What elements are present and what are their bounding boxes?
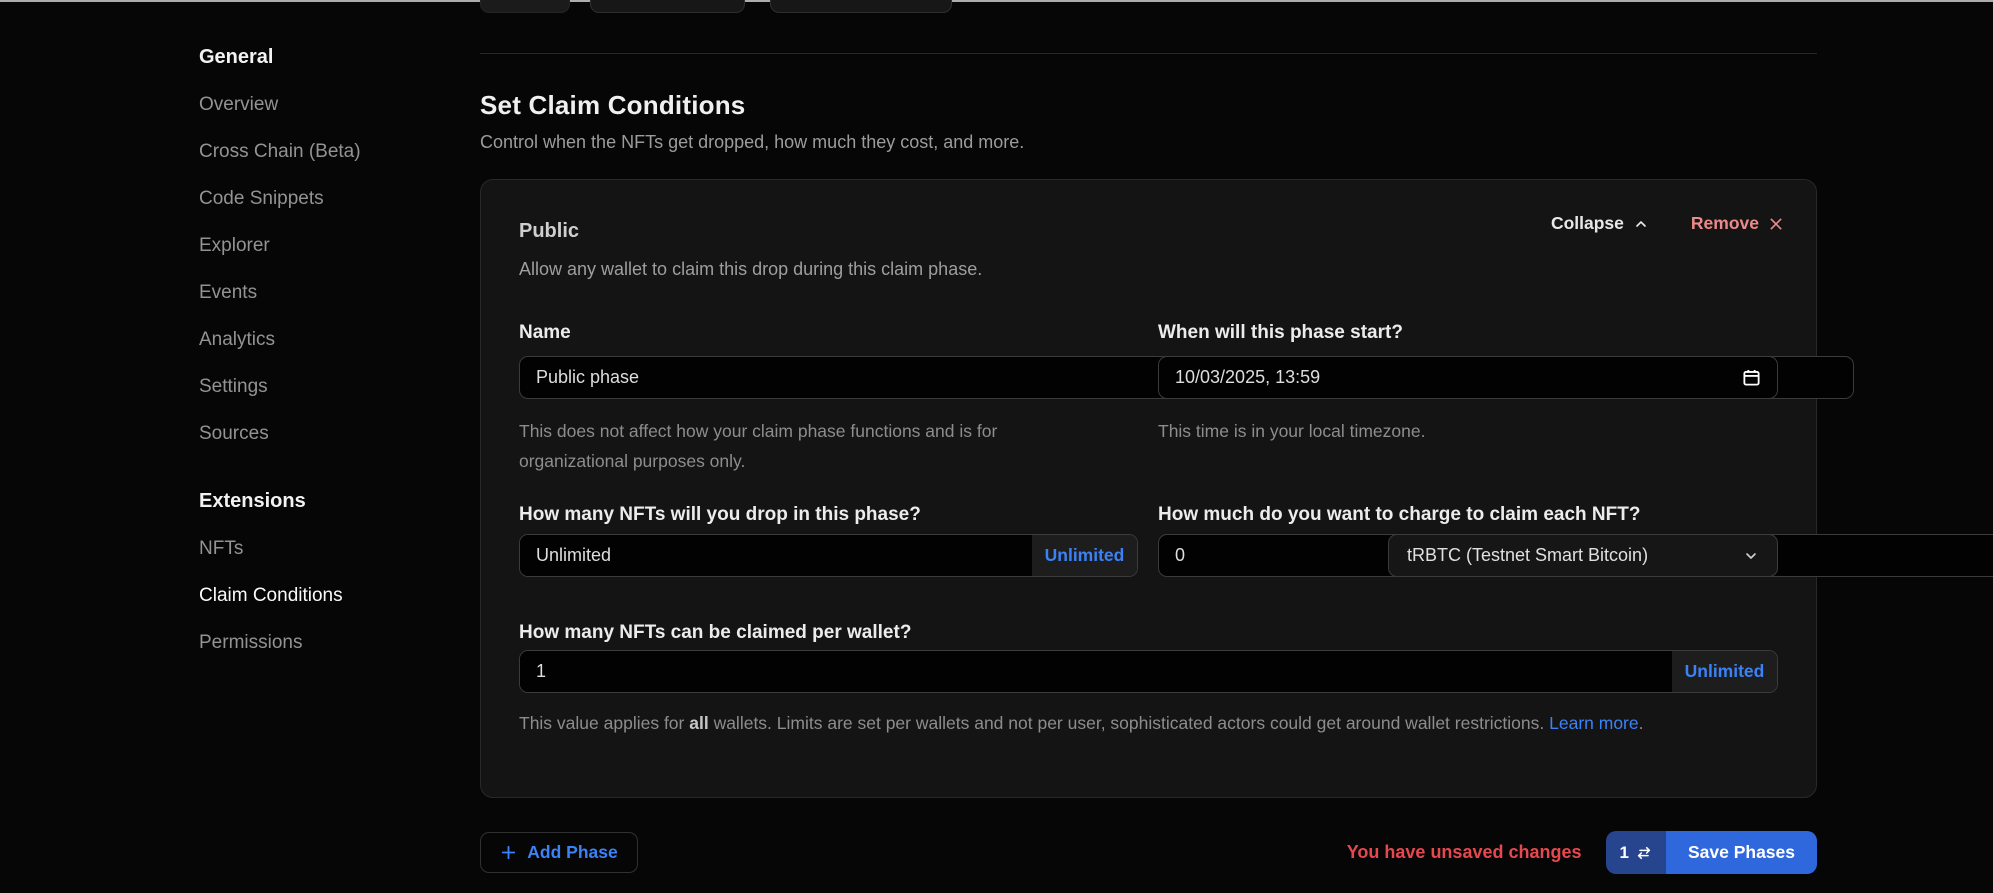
currency-selected-option: tRBTC (Testnet Smart Bitcoin) xyxy=(1407,545,1648,566)
contract-sidebar: General Overview Cross Chain (Beta) Code… xyxy=(199,46,439,680)
pending-transactions-button[interactable]: 1 xyxy=(1606,831,1666,874)
collapse-label: Collapse xyxy=(1551,213,1624,234)
supply-label: How many NFTs will you drop in this phas… xyxy=(519,504,1138,526)
add-phase-button[interactable]: Add Phase xyxy=(480,832,638,873)
learn-more-link[interactable]: Learn more xyxy=(1549,713,1639,733)
sidebar-item-overview[interactable]: Overview xyxy=(199,95,439,114)
supply-unlimited-button[interactable]: Unlimited xyxy=(1032,535,1137,576)
close-icon xyxy=(1768,216,1784,232)
per-wallet-helper: This value applies for all wallets. Limi… xyxy=(519,708,1769,738)
phase-description: Allow any wallet to claim this drop duri… xyxy=(519,259,982,280)
header-divider xyxy=(480,53,1817,54)
start-helper: This time is in your local timezone. xyxy=(1158,416,1718,446)
page-title: Set Claim Conditions xyxy=(480,90,745,121)
claim-conditions-page: 0xeDc...7d0c9 Rootstock Blockscout Set C… xyxy=(480,0,1817,893)
per-wallet-unlimited-button[interactable]: Unlimited xyxy=(1672,651,1777,692)
save-phases-button[interactable]: Save Phases xyxy=(1666,831,1817,874)
phase-title: Public xyxy=(519,220,579,243)
sidebar-item-settings[interactable]: Settings xyxy=(199,377,439,396)
per-wallet-label: How many NFTs can be claimed per wallet? xyxy=(519,622,911,644)
clipped-top-button[interactable] xyxy=(480,0,570,13)
save-phases-label: Save Phases xyxy=(1688,842,1795,863)
phase-start-datetime-input[interactable]: 10/03/2025, 13:59 xyxy=(1158,356,1778,399)
sidebar-item-analytics[interactable]: Analytics xyxy=(199,330,439,349)
sidebar-section-general: General xyxy=(199,46,439,69)
save-area: You have unsaved changes 1 Save Phases xyxy=(1347,831,1817,874)
sidebar-section-extensions: Extensions xyxy=(199,490,439,513)
currency-select[interactable]: tRBTC (Testnet Smart Bitcoin) xyxy=(1388,534,1778,577)
calendar-icon[interactable] xyxy=(1742,368,1761,387)
sidebar-item-sources[interactable]: Sources xyxy=(199,424,439,443)
plus-icon xyxy=(500,844,517,861)
chevron-up-icon xyxy=(1633,216,1649,232)
sidebar-item-events[interactable]: Events xyxy=(199,283,439,302)
block-explorer-chip[interactable]: Rootstock Blockscout xyxy=(770,0,952,13)
per-wallet-input[interactable] xyxy=(520,651,1672,692)
pending-transactions-count: 1 xyxy=(1620,843,1629,863)
per-wallet-helper-bold: all xyxy=(689,713,708,733)
supply-input[interactable] xyxy=(520,535,1032,576)
remove-label: Remove xyxy=(1691,213,1759,234)
add-phase-label: Add Phase xyxy=(527,842,617,863)
collapse-button[interactable]: Collapse xyxy=(1551,213,1649,234)
save-phases-split-button: 1 Save Phases xyxy=(1606,831,1818,874)
swap-arrows-icon xyxy=(1636,845,1652,861)
remove-button[interactable]: Remove xyxy=(1691,213,1784,234)
block-explorer-label: Rootstock Blockscout xyxy=(785,0,938,1)
sidebar-item-code-snippets[interactable]: Code Snippets xyxy=(199,189,439,208)
contract-address-chip[interactable]: 0xeDc...7d0c9 xyxy=(590,0,745,13)
phase-start-value: 10/03/2025, 13:59 xyxy=(1175,367,1320,388)
supply-input-group: Unlimited xyxy=(519,534,1138,577)
price-label: How much do you want to charge to claim … xyxy=(1158,504,1778,526)
sidebar-item-claim-conditions[interactable]: Claim Conditions xyxy=(199,586,439,605)
start-label: When will this phase start? xyxy=(1158,322,1778,344)
sidebar-item-explorer[interactable]: Explorer xyxy=(199,236,439,255)
chevron-down-icon xyxy=(1743,548,1759,564)
sidebar-item-nfts[interactable]: NFTs xyxy=(199,539,439,558)
unsaved-changes-text: You have unsaved changes xyxy=(1347,842,1582,863)
page-subtitle: Control when the NFTs get dropped, how m… xyxy=(480,132,1024,153)
claim-phase-card: Public Allow any wallet to claim this dr… xyxy=(480,179,1817,798)
contract-address-label: 0xeDc...7d0c9 xyxy=(628,0,730,1)
sidebar-item-permissions[interactable]: Permissions xyxy=(199,633,439,652)
phase-card-actions: Collapse Remove xyxy=(1551,213,1784,234)
name-label: Name xyxy=(519,322,1138,344)
name-helper: This does not affect how your claim phas… xyxy=(519,416,1079,476)
per-wallet-input-group: Unlimited xyxy=(519,650,1778,693)
sidebar-item-cross-chain[interactable]: Cross Chain (Beta) xyxy=(199,142,439,161)
